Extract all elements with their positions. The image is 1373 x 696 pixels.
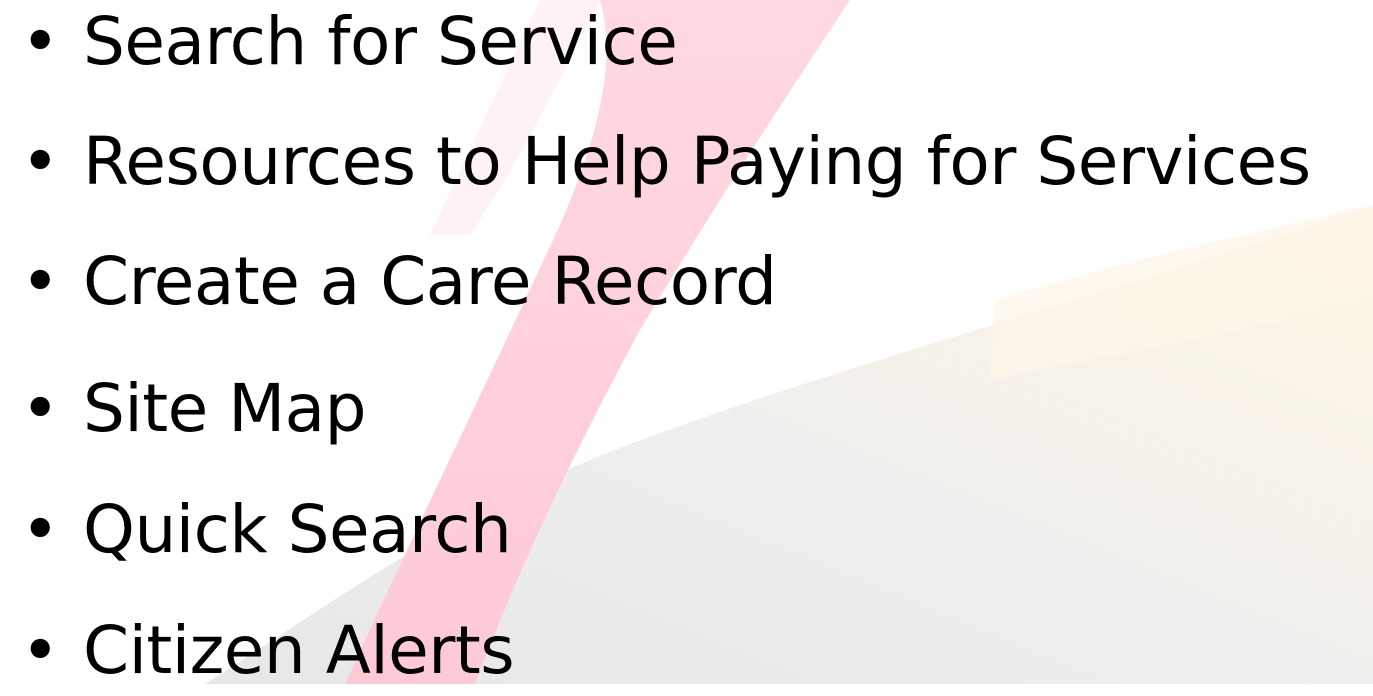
bullet-text: Create a Care Record bbox=[83, 243, 777, 320]
bullet-text: Quick Search bbox=[83, 491, 512, 568]
bullet-dot-icon: • bbox=[20, 491, 60, 568]
bullet-dot-icon: • bbox=[20, 243, 60, 320]
bullet-text: Search for Service bbox=[83, 3, 678, 80]
bullet-dot-icon: • bbox=[20, 3, 60, 80]
bullet-text: Site Map bbox=[83, 370, 366, 447]
bullet-text: Citizen Alerts bbox=[83, 612, 515, 689]
bullet-dot-icon: • bbox=[20, 123, 60, 200]
bullet-text: Resources to Help Paying for Services bbox=[83, 123, 1311, 200]
bullet-dot-icon: • bbox=[20, 370, 60, 447]
slide-content: • Search for Service • Resources to Help… bbox=[0, 0, 1373, 689]
bullet-dot-icon: • bbox=[20, 612, 60, 689]
